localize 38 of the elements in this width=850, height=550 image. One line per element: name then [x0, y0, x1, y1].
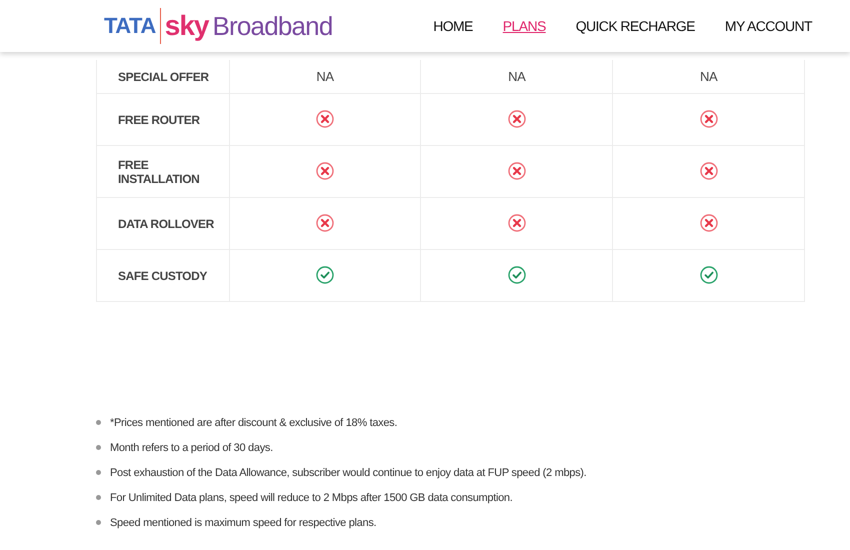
- bullet-icon: [96, 495, 101, 500]
- logo-divider: [160, 8, 161, 44]
- table-cell: NA: [700, 68, 718, 84]
- feature-label: FREE INSTALLATION: [96, 146, 230, 198]
- footnote-text: Post exhaustion of the Data Allowance, subscriber would continue to enjoy data at FUP speed (2 mbps).: [110, 466, 586, 478]
- feature-label: SAFE CUSTODY: [96, 250, 230, 302]
- table-cell: NA: [508, 68, 526, 84]
- cross-icon: [508, 110, 526, 128]
- check-icon: [700, 266, 718, 284]
- feature-label: SPECIAL OFFER: [96, 60, 230, 94]
- bullet-icon: [96, 470, 101, 475]
- bullet-icon: [96, 445, 101, 450]
- footnote-text: Month refers to a period of 30 days.: [110, 442, 273, 454]
- footnote-text: *Prices mentioned are after discount & exclusive of 18% taxes.: [110, 416, 398, 428]
- check-icon: [316, 266, 334, 284]
- logo-product: Broadband: [212, 10, 333, 42]
- footnote-text: Speed mentioned is maximum speed for respective plans.: [110, 516, 376, 528]
- feature-label: FREE ROUTER: [96, 94, 230, 146]
- cross-icon: [508, 162, 526, 180]
- feature-label: DATA ROLLOVER: [96, 198, 230, 250]
- nav-link[interactable]: HOME: [433, 18, 473, 34]
- cross-icon: [316, 110, 334, 128]
- bullet-icon: [96, 420, 101, 425]
- table-cell: NA: [316, 68, 334, 84]
- logo-sub: sky: [164, 10, 208, 42]
- footnote-text: For Unlimited Data plans, speed will reduce to 2 Mbps after 1500 GB data consumption.: [110, 492, 513, 504]
- nav-link[interactable]: MY ACCOUNT: [724, 18, 812, 34]
- cross-icon: [700, 162, 718, 180]
- bullet-icon: [96, 520, 101, 525]
- cross-icon: [316, 162, 334, 180]
- cross-icon: [700, 110, 718, 128]
- cross-icon: [700, 214, 718, 232]
- nav-link[interactable]: QUICK RECHARGE: [576, 18, 695, 34]
- cross-icon: [316, 214, 334, 232]
- cross-icon: [508, 214, 526, 232]
- check-icon: [508, 266, 526, 284]
- logo-brand: TATA: [104, 13, 156, 39]
- nav-link[interactable]: PLANS: [502, 18, 546, 34]
